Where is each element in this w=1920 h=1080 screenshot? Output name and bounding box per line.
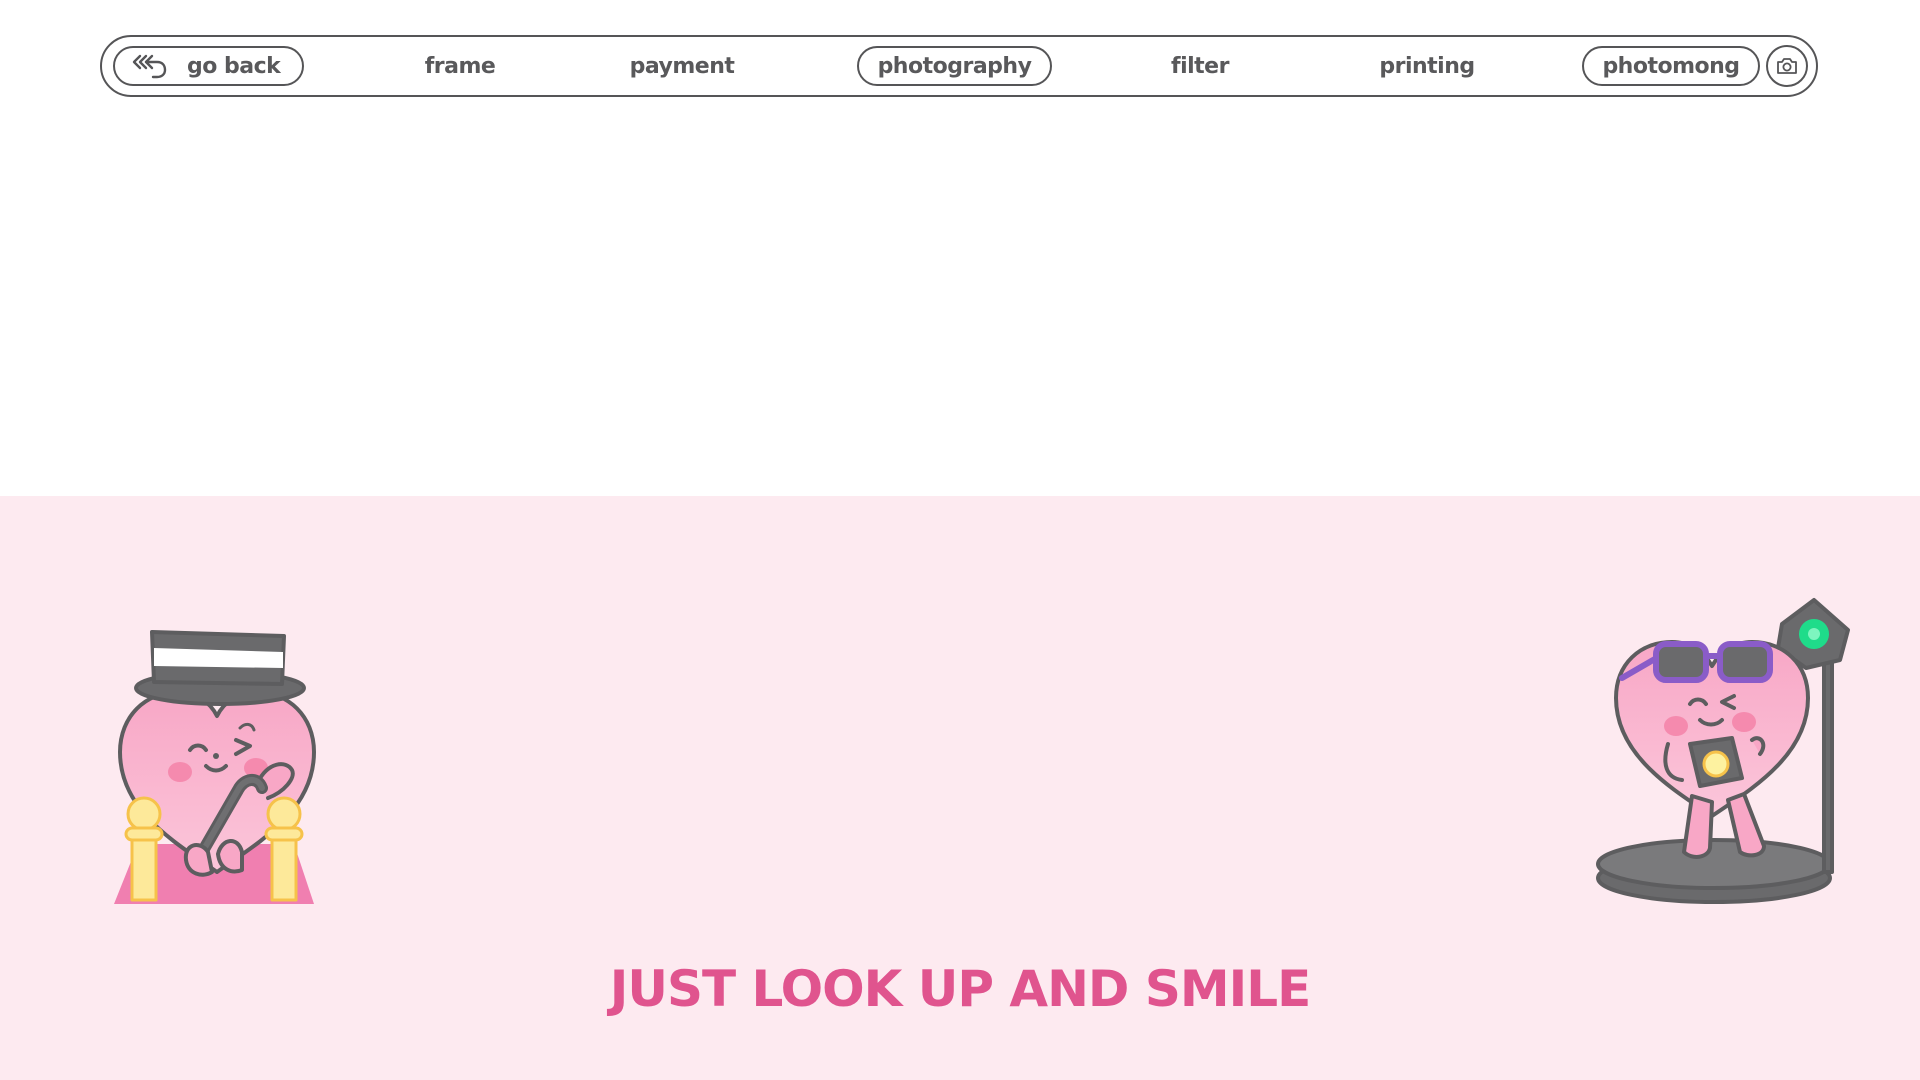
tagline-text: JUST LOOK UP AND SMILE	[609, 960, 1311, 1018]
go-back-button[interactable]: go back	[113, 46, 304, 86]
back-arrows-icon	[132, 54, 167, 79]
step-frame[interactable]: frame	[402, 46, 518, 86]
step-navigation-bar: go back frame payment photography filter…	[100, 35, 1818, 97]
photo-booth-screen: go back frame payment photography filter…	[0, 0, 1920, 1080]
step-printing[interactable]: printing	[1352, 46, 1502, 86]
step-payment[interactable]: payment	[604, 46, 760, 86]
camera-button[interactable]	[1766, 45, 1808, 87]
step-filter[interactable]: filter	[1150, 46, 1250, 86]
step-photography-active[interactable]: photography	[857, 46, 1052, 86]
heart-mascot-photographer-illustration	[1596, 598, 1850, 904]
go-back-label: go back	[187, 53, 281, 79]
heart-mascot-top-hat-illustration	[114, 630, 316, 904]
camera-preview-area	[0, 110, 1920, 496]
camera-icon	[1777, 58, 1797, 74]
brand-button[interactable]: photomong	[1582, 46, 1760, 86]
